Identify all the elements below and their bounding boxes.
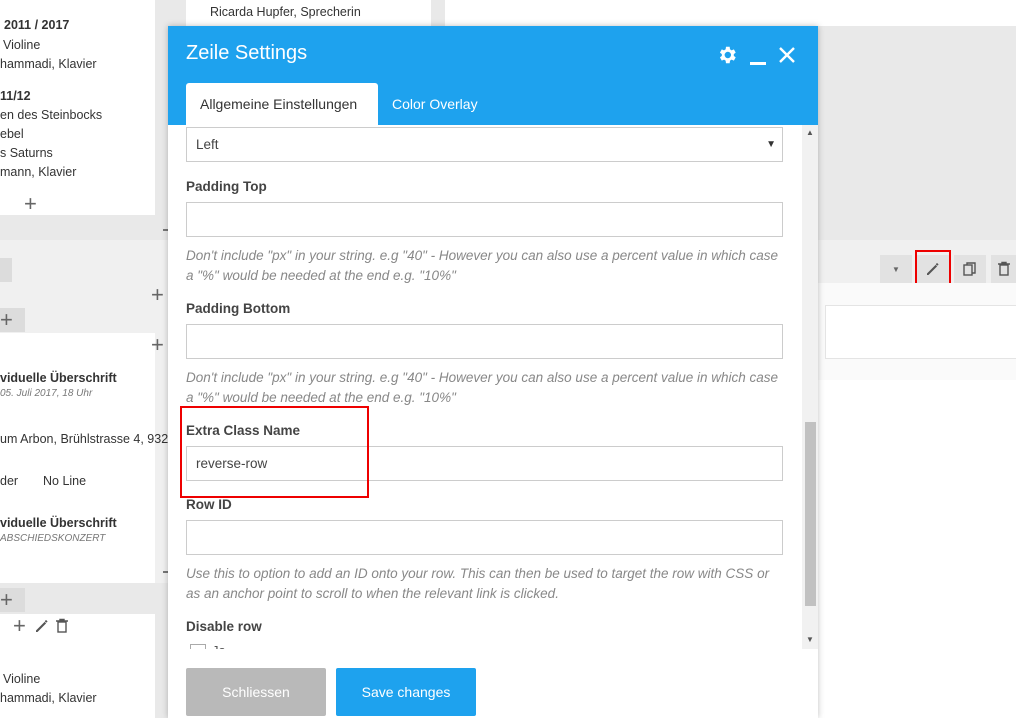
padding-bottom-label: Padding Bottom	[186, 301, 291, 316]
border-label: der	[0, 474, 19, 488]
card-line: hammadi, Klavier	[0, 691, 97, 705]
chevron-down-icon: ▼	[892, 264, 900, 274]
card-line: Ricarda Hupfer, Sprecherin	[210, 5, 361, 19]
gear-icon[interactable]	[716, 44, 738, 66]
season-title-2: 11/12	[0, 89, 31, 103]
card-line: Violine	[3, 38, 41, 52]
modal-body: Left ▼ Padding Top Don't include "px" in…	[168, 125, 802, 649]
scroll-up-arrow-icon[interactable]: ▲	[805, 128, 815, 137]
card-line: ebel	[0, 127, 24, 141]
right-top-area	[445, 0, 1016, 26]
copy-icon	[963, 262, 976, 276]
modal-title: Zeile Settings	[186, 42, 308, 64]
row-id-label: Row ID	[186, 497, 232, 512]
row-id-help: Use this to option to add an ID onto you…	[186, 566, 770, 601]
row-collapse-button[interactable]: ▼	[880, 255, 912, 283]
card-line: s Saturns	[0, 146, 53, 160]
padding-bottom-help: Don't include "px" in your string. e.g "…	[186, 370, 779, 405]
tab-general-settings[interactable]: Allgemeine Einstellungen	[186, 83, 378, 125]
add-element-icon[interactable]: +	[151, 334, 164, 356]
row-delete-button[interactable]	[991, 255, 1016, 283]
add-element-icon[interactable]: +	[13, 615, 26, 637]
border-value: No Line	[43, 474, 87, 488]
row-id-input[interactable]	[186, 520, 783, 555]
padding-top-input[interactable]	[186, 202, 783, 237]
card-line: mann, Klavier	[0, 165, 77, 179]
add-element-icon: +	[0, 307, 13, 332]
row-handle[interactable]	[0, 258, 12, 282]
alignment-select[interactable]: Left ▼	[186, 127, 783, 162]
alignment-select-value: Left	[196, 137, 219, 152]
caret-down-icon: ▼	[766, 139, 776, 150]
season-title: 2011 / 2017	[4, 18, 70, 32]
custom-heading: viduelle Überschrift	[0, 371, 117, 385]
card-line: Violine	[3, 672, 41, 686]
modal-header: Zeile Settings Allgemeine Einstellungen …	[168, 26, 818, 125]
row-duplicate-button[interactable]	[954, 255, 986, 283]
right-lower-area	[818, 380, 1016, 718]
custom-heading-2: viduelle Überschrift	[0, 516, 117, 530]
add-element-icon[interactable]: +	[24, 193, 37, 215]
add-element-icon: +	[0, 587, 13, 612]
card-line: en des Steinbocks	[0, 108, 103, 122]
trash-icon[interactable]	[55, 618, 69, 634]
tab-color-overlay[interactable]: Color Overlay	[378, 83, 492, 125]
card-line: hammadi, Klavier	[0, 57, 97, 71]
trash-icon	[997, 261, 1010, 276]
edit-button-highlight	[915, 250, 951, 286]
event-date: 05. Juli 2017, 18 Uhr	[0, 388, 93, 399]
event-subtitle: ABSCHIEDSKONZERT	[0, 533, 106, 544]
modal-footer: Schliessen Save changes	[168, 649, 818, 718]
minimize-icon[interactable]	[750, 62, 766, 65]
event-address: um Arbon, Brühlstrasse 4, 932	[0, 432, 169, 446]
close-button[interactable]: Schliessen	[186, 668, 326, 716]
scroll-down-arrow-icon[interactable]: ▼	[805, 635, 815, 644]
extra-class-highlight	[180, 406, 369, 498]
padding-bottom-input[interactable]	[186, 324, 783, 359]
padding-top-label: Padding Top	[186, 179, 267, 194]
close-icon[interactable]	[778, 46, 796, 64]
scrollbar-thumb[interactable]	[805, 422, 816, 606]
pencil-icon[interactable]	[34, 618, 50, 634]
disable-row-label: Disable row	[186, 619, 262, 634]
right-row-inner	[825, 305, 1016, 359]
padding-top-help: Don't include "px" in your string. e.g "…	[186, 248, 779, 283]
row-settings-modal: Zeile Settings Allgemeine Einstellungen …	[168, 26, 818, 718]
save-changes-button[interactable]: Save changes	[336, 668, 476, 716]
add-column-icon[interactable]: +	[151, 284, 164, 306]
